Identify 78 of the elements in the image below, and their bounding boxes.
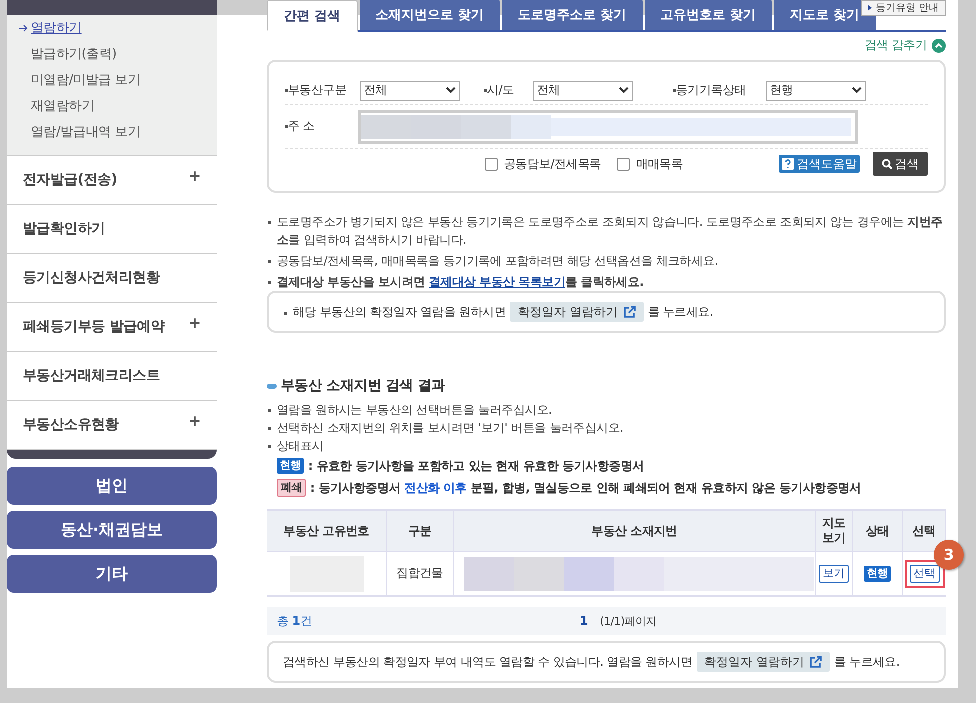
notice-text: 를 누르세요. [648, 304, 714, 320]
submenu-item[interactable]: 재열람하기 [19, 97, 217, 117]
search-icon [882, 158, 893, 170]
field-label: 등기기록상태 [676, 82, 748, 99]
category-button[interactable]: 동산·채권담보 [7, 511, 217, 549]
section-title: 부동산 소재지번 검색 결과 [281, 377, 446, 395]
search-tab[interactable]: 소재지번으로 찾기 [360, 0, 500, 30]
submenu-item[interactable]: 발급하기(출력) [19, 45, 217, 65]
select-field[interactable]: 전체 [533, 80, 633, 100]
status-badge: 현행 [277, 458, 304, 474]
sidebar-item[interactable]: 발급확인하기 [23, 220, 106, 238]
status-description: : 유효한 등기사항을 포함하고 있는 현재 유효한 등기사항증명서 [308, 458, 644, 475]
select-button[interactable]: 선택 [910, 564, 940, 582]
note-text: 상태표시 [267, 437, 946, 455]
expand-icon: + [188, 314, 201, 332]
notice-text: 도로명주소가 병기되지 않은 부동산 등기기록은 도로명주소로 조회되지 않습니다. 도로명주소로 조회되지 않는 경우에는 지번주소를 입력하여 검색하시기 바랍니다. [267, 213, 946, 249]
category-button[interactable]: 기타 [7, 555, 217, 593]
help-button[interactable]: 검색도움말 [779, 155, 860, 173]
submenu-item[interactable]: 열람하기 [19, 19, 217, 39]
option-checkbox[interactable]: 공동담보/전세목록 [485, 156, 602, 172]
notice-text: 검색하신 부동산의 확정일자 부여 내역도 열람할 수 있습니다. 열람을 원하시면 [283, 654, 693, 670]
option-checkbox[interactable]: 매매목록 [617, 156, 684, 172]
external-link-icon [810, 656, 822, 668]
sidebar-item[interactable]: 부동산거래체크리스트 [23, 367, 160, 385]
sidebar-item[interactable]: 전자발급(전송) [23, 171, 118, 189]
column-header: 선택 [903, 511, 946, 552]
status-badge: 폐쇄 [277, 479, 306, 497]
search-tab[interactable]: 간편 검색 [267, 0, 358, 32]
chevron-icon [619, 87, 629, 94]
note-text: 선택하신 소재지번의 위치를 보시려면 '보기' 버튼을 눌러주십시오. [267, 419, 946, 437]
help-icon [782, 158, 794, 170]
address-field[interactable] [358, 110, 858, 144]
field-label: 시/도 [487, 82, 516, 99]
hide-search-link[interactable]: 검색 감추기 [864, 37, 946, 54]
sidebar-item[interactable]: 부동산소유현황 [23, 416, 119, 434]
table-cell: 집합건물 [387, 552, 454, 595]
notice-text: 공동담보/전세목록, 매매목록을 등기기록에 포함하려면 해당 선택옵션을 체크하세요. [267, 252, 946, 270]
select-field[interactable]: 현행 [766, 80, 866, 100]
arrow-icon [19, 25, 28, 32]
notice-text: 해당 부동산의 확정일자 열람을 원하시면 [283, 304, 506, 320]
map-view-button[interactable]: 보기 [819, 564, 849, 582]
date-view-button[interactable]: 확정일자 열람하기 [510, 302, 644, 322]
column-header: 구분 [387, 511, 454, 552]
select-field[interactable]: 전체 [360, 80, 460, 100]
status-description: : 등기사항증명서 전산화 이후 분필, 합병, 멸실등으로 인해 폐쇄되어 현재 유효하지 않은 등기사항증명서 [310, 480, 862, 497]
search-button[interactable]: 검색 [873, 152, 928, 176]
column-header: 부동산 고유번호 [267, 511, 387, 552]
total-count: 총 1건 [277, 612, 313, 630]
submenu-item[interactable]: 열람/발급내역 보기 [19, 123, 217, 143]
column-header: 부동산 소재지번 [454, 511, 816, 552]
submenu-item[interactable]: 미열람/미발급 보기 [19, 71, 217, 91]
search-tab[interactable]: 지도로 찾기 [774, 0, 876, 30]
page-link[interactable]: 1 [580, 614, 588, 628]
expand-icon: + [188, 167, 201, 185]
note-text: 열람을 원하시는 부동산의 선택버튼을 눌러주십시오. [267, 401, 946, 419]
search-tab[interactable]: 도로명주소로 찾기 [502, 0, 643, 30]
expand-icon: + [188, 412, 201, 430]
collapse-icon [932, 38, 946, 52]
field-label: 부동산구분 [288, 82, 348, 99]
caret-icon [868, 5, 872, 11]
category-button[interactable]: 법인 [7, 467, 217, 505]
column-header: 지도 보기 [816, 511, 853, 552]
column-header: 상태 [853, 511, 903, 552]
guide-button[interactable]: 등기유형 안내 [860, 0, 946, 16]
notice-text: 결제대상 부동산을 보시려면 결제대상 부동산 목록보기를 클릭하세요. [267, 273, 946, 291]
payment-list-link[interactable]: 결제대상 부동산 목록보기 [429, 275, 566, 289]
field-label: 주 소 [288, 118, 316, 135]
title-marker-icon [267, 384, 277, 388]
sidebar-item[interactable]: 폐쇄등기부등 발급예약 [23, 318, 165, 336]
page-info: (1/1)페이지 [600, 614, 657, 628]
search-tab[interactable]: 고유번호로 찾기 [644, 0, 772, 30]
chevron-icon [446, 87, 456, 94]
notice-text: 를 누르세요. [834, 654, 900, 670]
date-view-button[interactable]: 확정일자 열람하기 [696, 652, 830, 672]
chevron-icon [852, 87, 862, 94]
external-link-icon [624, 306, 636, 318]
sidebar-item[interactable]: 등기신청사건처리현황 [23, 269, 160, 287]
status-badge: 현행 [864, 566, 892, 582]
